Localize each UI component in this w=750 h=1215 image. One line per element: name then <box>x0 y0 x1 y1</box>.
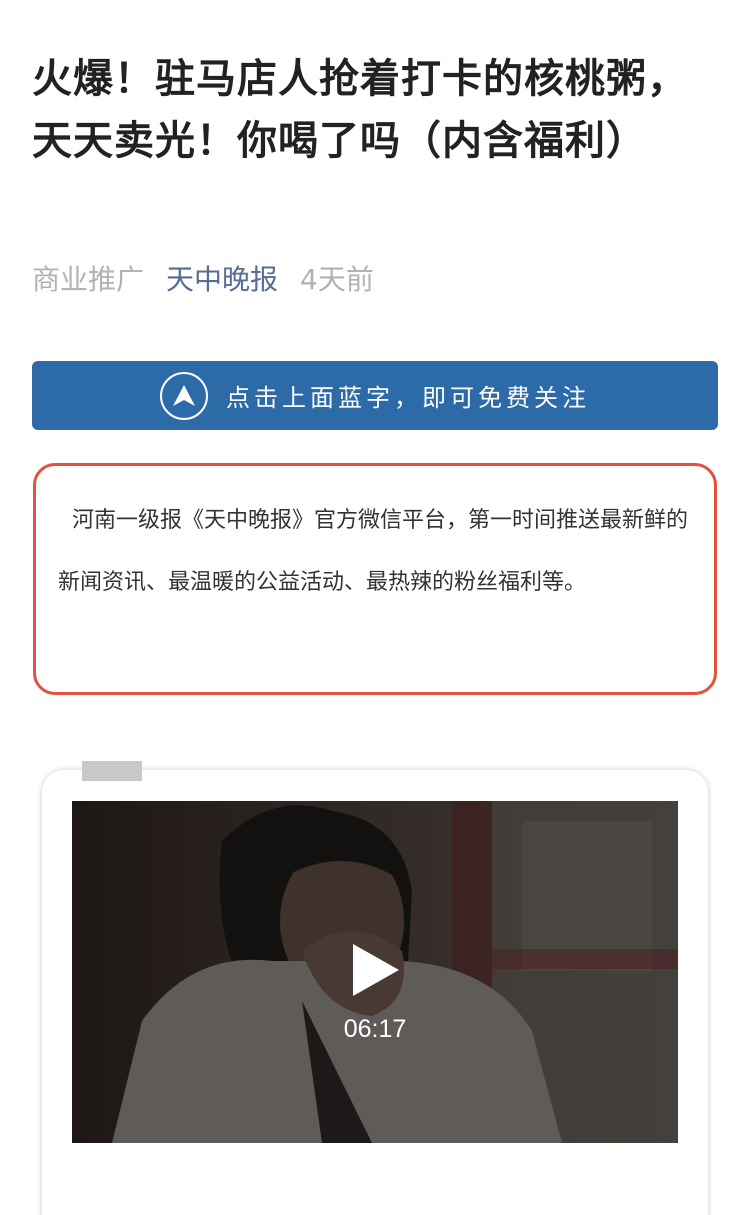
promotion-tag: 商业推广 <box>32 263 145 296</box>
play-icon[interactable] <box>345 940 405 1000</box>
article-title: 火爆！驻马店人抢着打卡的核桃粥，天天卖光！你喝了吗（内含福利） <box>32 56 688 164</box>
video-player[interactable]: 06:17 <box>72 801 678 1143</box>
navigation-arrow-icon <box>160 371 208 420</box>
video-duration: 06:17 <box>343 1015 407 1043</box>
follow-banner[interactable]: 点击上面蓝字，即可免费关注 <box>32 361 718 430</box>
card-tab-decoration <box>82 761 142 781</box>
article-page: 火爆！驻马店人抢着打卡的核桃粥，天天卖光！你喝了吗（内含福利） 商业推广 天中晚… <box>0 0 750 1215</box>
intro-box: 河南一级报《天中晚报》官方微信平台，第一时间推送最新鲜的新闻资讯、最温暖的公益活… <box>33 463 717 695</box>
article-meta: 商业推广 天中晚报 4天前 <box>32 256 374 300</box>
publish-time: 4天前 <box>300 263 374 296</box>
follow-banner-label: 点击上面蓝字，即可免费关注 <box>226 384 590 412</box>
account-name-link[interactable]: 天中晚报 <box>166 258 278 298</box>
intro-text: 河南一级报《天中晚报》官方微信平台，第一时间推送最新鲜的新闻资讯、最温暖的公益活… <box>58 508 689 595</box>
